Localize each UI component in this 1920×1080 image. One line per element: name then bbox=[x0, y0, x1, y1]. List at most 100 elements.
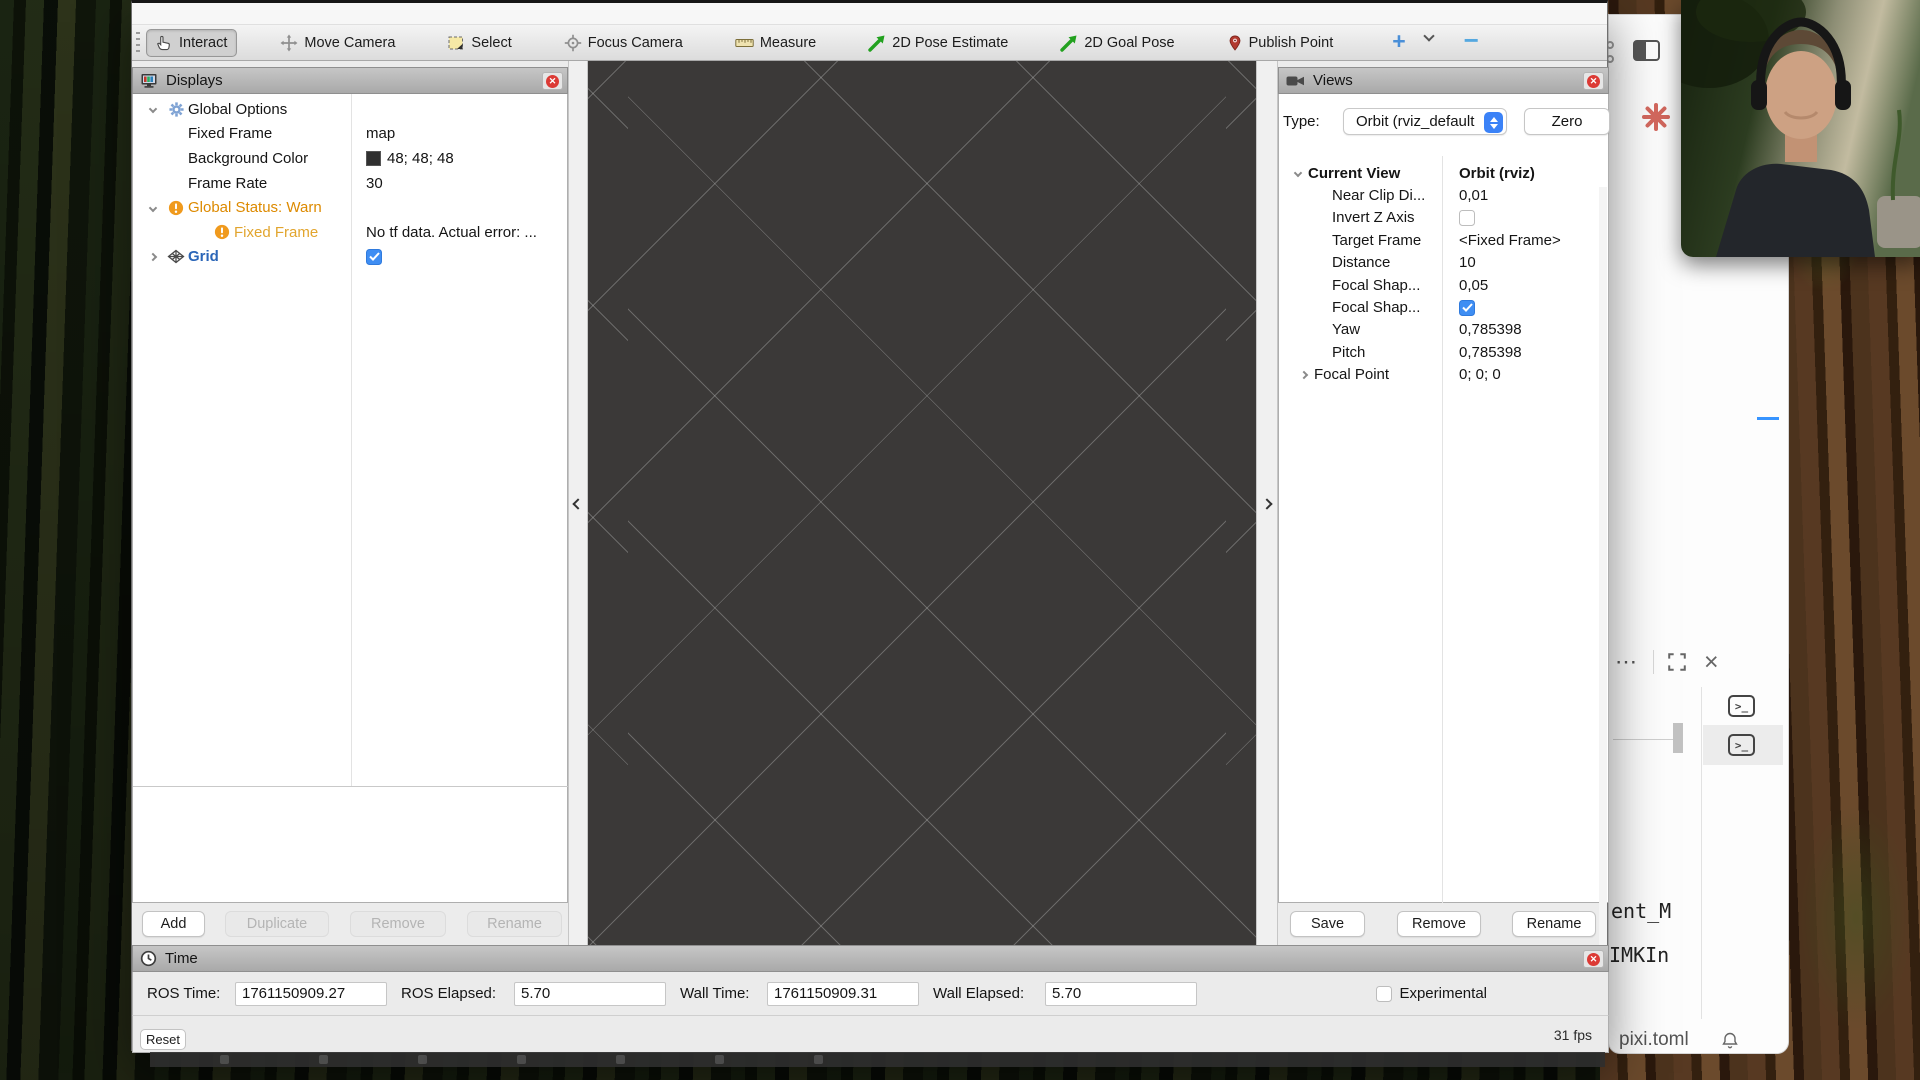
expander-right-icon[interactable] bbox=[1294, 372, 1314, 378]
2d-pose-estimate-icon bbox=[868, 34, 886, 52]
tree-value[interactable]: 48; 48; 48 bbox=[366, 150, 454, 167]
warn-icon bbox=[164, 200, 188, 216]
tree-value[interactable]: No tf data. Actual error: ... bbox=[366, 224, 537, 241]
time-field-wall-time: Wall Time: bbox=[680, 982, 919, 1006]
views-close-button[interactable]: ✕ bbox=[1583, 72, 1604, 90]
rviz-window: Interact Move Camera Select Focus Camera Mea… bbox=[131, 0, 1608, 1051]
tool-move-camera[interactable]: Move Camera bbox=[271, 29, 404, 57]
tool-interact[interactable]: Interact bbox=[146, 29, 237, 57]
tree-row-near-clip-di[interactable]: Near Clip Di...0,01 bbox=[1288, 184, 1608, 206]
color-swatch bbox=[366, 151, 381, 166]
tree-row-fixed-frame[interactable]: Fixed Framemap bbox=[141, 122, 567, 147]
tree-value[interactable]: 0; 0; 0 bbox=[1459, 366, 1501, 383]
displays-panel-header[interactable]: Displays ✕ bbox=[132, 67, 568, 94]
wall-time-input[interactable] bbox=[767, 982, 919, 1006]
value-text: 0,01 bbox=[1459, 187, 1488, 204]
tree-row-yaw[interactable]: Yaw0,785398 bbox=[1288, 319, 1608, 341]
tree-value[interactable]: 10 bbox=[1459, 254, 1476, 271]
left-panel-collapse-strip[interactable] bbox=[568, 61, 588, 946]
collapse-right-chevron-icon[interactable] bbox=[1261, 498, 1272, 509]
column-divider[interactable] bbox=[351, 94, 352, 786]
tree-value[interactable] bbox=[366, 249, 382, 265]
sidebar-toggle-icon[interactable] bbox=[1633, 40, 1660, 61]
wall-elapsed-input[interactable] bbox=[1045, 982, 1197, 1006]
rename-button[interactable]: Rename bbox=[1512, 911, 1596, 937]
more-actions-icon[interactable]: ⋯ bbox=[1615, 649, 1639, 675]
ros-elapsed-input[interactable] bbox=[514, 982, 666, 1006]
remove-tool-button[interactable]: − bbox=[1464, 25, 1479, 56]
right-panel-collapse-strip[interactable] bbox=[1256, 61, 1278, 946]
terminal-icon[interactable]: >_ bbox=[1728, 734, 1755, 756]
tree-row-current-view[interactable]: Current ViewOrbit (rviz) bbox=[1288, 162, 1608, 184]
tree-row-grid[interactable]: Grid bbox=[141, 245, 567, 270]
toolbar-overflow-chevron-icon[interactable] bbox=[1425, 27, 1435, 37]
code-fragment: IMKIn bbox=[1609, 943, 1669, 967]
scrollbar-thumb[interactable] bbox=[1673, 723, 1683, 753]
tree-value[interactable]: Orbit (rviz) bbox=[1459, 165, 1535, 182]
toolbar-drag-handle[interactable] bbox=[136, 32, 140, 54]
ros-time-input[interactable] bbox=[235, 982, 387, 1006]
terminal-icon[interactable]: >_ bbox=[1728, 695, 1755, 717]
views-panel-header[interactable]: Views ✕ bbox=[1278, 67, 1609, 94]
tree-row-fixed-frame[interactable]: Fixed FrameNo tf data. Actual error: ... bbox=[141, 220, 567, 245]
tree-value[interactable]: map bbox=[366, 125, 395, 142]
3d-viewport[interactable] bbox=[588, 61, 1256, 946]
close-panel-icon[interactable]: × bbox=[1704, 648, 1719, 677]
tree-row-pitch[interactable]: Pitch0,785398 bbox=[1288, 341, 1608, 363]
displays-close-button[interactable]: ✕ bbox=[542, 72, 563, 90]
reset-button[interactable]: Reset bbox=[140, 1029, 186, 1050]
add-tool-button[interactable]: + bbox=[1392, 28, 1405, 55]
unchecked-checkbox[interactable] bbox=[1459, 210, 1475, 226]
tree-row-background-color[interactable]: Background Color48; 48; 48 bbox=[141, 146, 567, 171]
tool-publish-point[interactable]: Publish Point bbox=[1218, 29, 1343, 57]
tree-row-focal-shap[interactable]: Focal Shap...0,05 bbox=[1288, 274, 1608, 296]
tree-value[interactable] bbox=[1459, 210, 1475, 226]
tool-2d-pose-estimate[interactable]: 2D Pose Estimate bbox=[859, 29, 1017, 57]
expander-down-icon[interactable] bbox=[141, 205, 164, 211]
expander-down-icon[interactable] bbox=[1288, 170, 1308, 176]
time-panel-header[interactable]: Time ✕ bbox=[132, 945, 1609, 972]
time-close-button[interactable]: ✕ bbox=[1583, 950, 1604, 968]
tree-value[interactable]: 0,05 bbox=[1459, 277, 1488, 294]
displays-splitter[interactable] bbox=[133, 786, 569, 787]
collapse-left-chevron-icon[interactable] bbox=[572, 498, 583, 509]
maximize-panel-icon[interactable] bbox=[1666, 652, 1688, 672]
expander-down-icon[interactable] bbox=[141, 106, 164, 112]
tool-measure[interactable]: Measure bbox=[726, 29, 825, 57]
bell-icon[interactable] bbox=[1721, 1031, 1739, 1050]
views-scrollbar[interactable] bbox=[1599, 187, 1607, 994]
tree-row-target-frame[interactable]: Target Frame<Fixed Frame> bbox=[1288, 229, 1608, 251]
sparkle-icon[interactable] bbox=[1638, 99, 1674, 135]
tree-value[interactable]: 0,785398 bbox=[1459, 344, 1522, 361]
tool-select[interactable]: Select bbox=[438, 29, 520, 57]
save-button[interactable]: Save bbox=[1290, 911, 1365, 937]
tree-value[interactable]: 30 bbox=[366, 175, 383, 192]
tree-value[interactable]: <Fixed Frame> bbox=[1459, 232, 1561, 249]
tree-row-distance[interactable]: Distance10 bbox=[1288, 252, 1608, 274]
zero-button[interactable]: Zero bbox=[1524, 108, 1610, 135]
tool-2d-goal-pose[interactable]: 2D Goal Pose bbox=[1051, 29, 1183, 57]
remove-button[interactable]: Remove bbox=[1397, 911, 1481, 937]
value-text: 0,785398 bbox=[1459, 321, 1522, 338]
view-type-dropdown[interactable]: Orbit (rviz_default bbox=[1343, 108, 1507, 135]
tree-value[interactable]: 0,785398 bbox=[1459, 321, 1522, 338]
add-button[interactable]: Add bbox=[142, 911, 205, 937]
tree-value[interactable]: 0,01 bbox=[1459, 187, 1488, 204]
tool-focus-camera[interactable]: Focus Camera bbox=[555, 29, 692, 57]
tree-row-focal-point[interactable]: Focal Point0; 0; 0 bbox=[1288, 364, 1608, 386]
checked-checkbox[interactable] bbox=[366, 249, 382, 265]
tree-row-global-options[interactable]: Global Options bbox=[141, 97, 567, 122]
tree-row-global-status-warn[interactable]: Global Status: Warn bbox=[141, 195, 567, 220]
column-divider[interactable] bbox=[1442, 156, 1443, 903]
tree-value[interactable] bbox=[1459, 300, 1475, 316]
experimental-checkbox[interactable] bbox=[1376, 986, 1392, 1002]
expander-right-icon[interactable] bbox=[141, 254, 164, 260]
tree-row-invert-z-axis[interactable]: Invert Z Axis bbox=[1288, 207, 1608, 229]
checked-checkbox[interactable] bbox=[1459, 300, 1475, 316]
displays-panel-title: Displays bbox=[166, 72, 223, 89]
dock-strip[interactable] bbox=[150, 1052, 1605, 1067]
time-field-ros-time: ROS Time: bbox=[147, 982, 387, 1006]
statusbar-file-label[interactable]: pixi.toml bbox=[1619, 1029, 1689, 1051]
tree-row-frame-rate[interactable]: Frame Rate30 bbox=[141, 171, 567, 196]
tree-row-focal-shap[interactable]: Focal Shap... bbox=[1288, 296, 1608, 318]
